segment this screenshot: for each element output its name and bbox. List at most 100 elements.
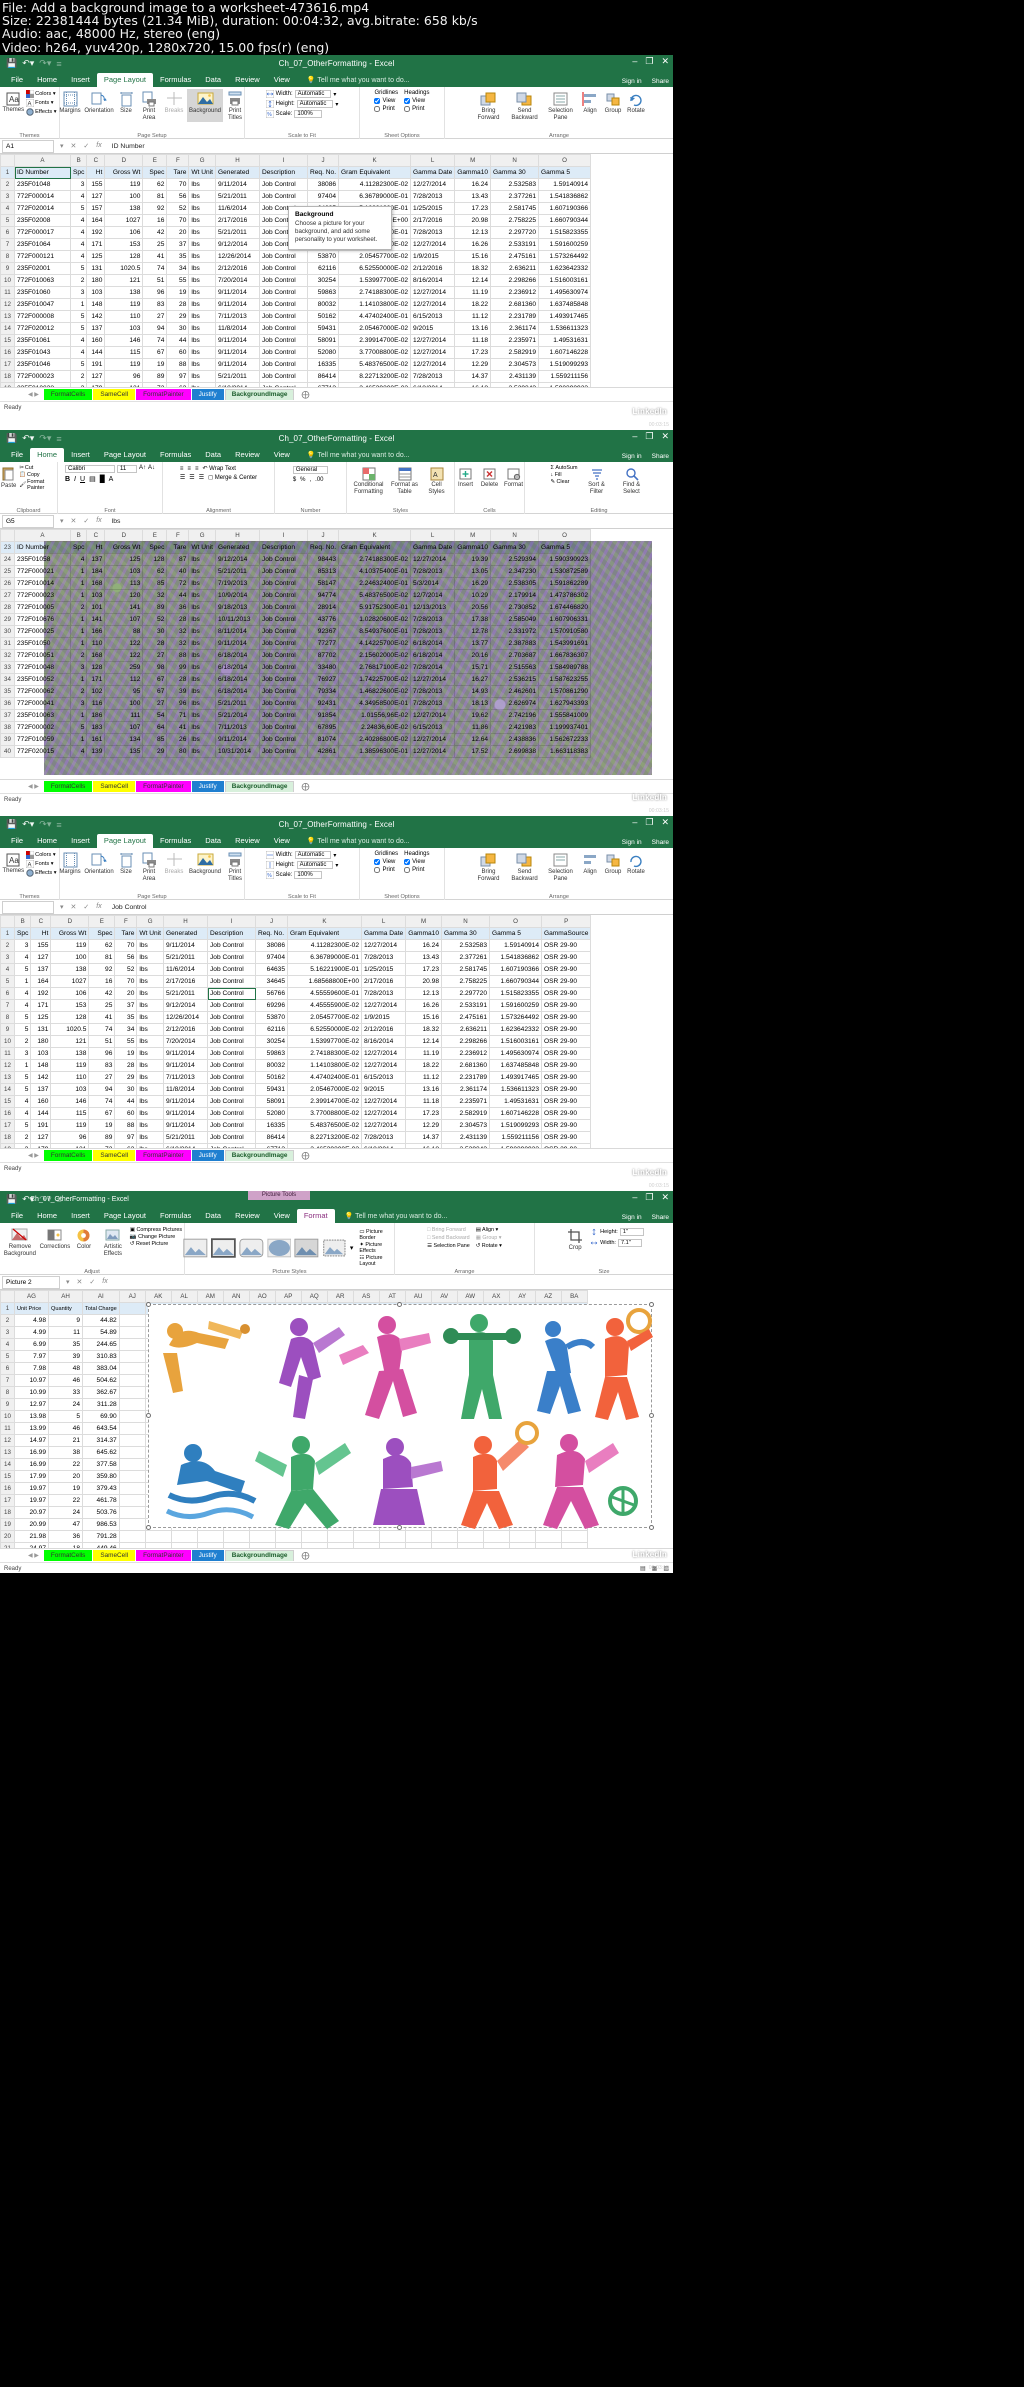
cell[interactable]: 6/18/2014: [163, 1143, 208, 1148]
cell[interactable]: 19.97: [14, 1494, 49, 1507]
cell[interactable]: 1.663118383: [538, 745, 592, 758]
cell[interactable]: [118, 1338, 146, 1351]
breaks-button-3[interactable]: Breaks: [162, 850, 186, 883]
cell[interactable]: OSR 29-90: [541, 999, 592, 1012]
column-header-F[interactable]: F: [166, 529, 190, 542]
cell[interactable]: lbs: [188, 553, 216, 566]
cell[interactable]: 12/27/2014: [410, 709, 456, 722]
cell[interactable]: 7/28/2013: [410, 370, 456, 383]
cell[interactable]: 5: [13, 1071, 32, 1084]
cell[interactable]: 5.48376500E-02: [338, 358, 412, 371]
cell[interactable]: 1: [13, 1059, 32, 1072]
cell[interactable]: 30254: [306, 274, 340, 287]
scale-width-row-1[interactable]: Width: Automatic ▾: [265, 90, 339, 98]
cell[interactable]: 27: [142, 310, 168, 323]
row-header[interactable]: 4: [0, 202, 15, 215]
cell[interactable]: 21.98: [14, 1530, 49, 1543]
cell[interactable]: 92367: [306, 625, 340, 638]
cell[interactable]: 27: [142, 649, 168, 662]
cell[interactable]: 122: [104, 649, 144, 662]
cell[interactable]: Job Control: [259, 697, 308, 710]
cell[interactable]: 3: [69, 382, 88, 387]
cell[interactable]: 155: [30, 939, 52, 952]
cell[interactable]: Job Control: [207, 963, 256, 976]
cell[interactable]: lbs: [188, 358, 216, 371]
tell-me-box-3[interactable]: 💡 Tell me what you want to do...: [297, 837, 410, 848]
cell[interactable]: 107: [104, 721, 144, 734]
row-header[interactable]: 18: [0, 1506, 15, 1519]
cell[interactable]: Gross Wt: [50, 927, 90, 940]
cell[interactable]: 81074: [306, 733, 340, 746]
cell[interactable]: 1.516003161: [489, 1035, 543, 1048]
cell[interactable]: 17.38: [454, 613, 492, 626]
tab-review-2[interactable]: Review: [228, 448, 267, 462]
cell[interactable]: 7/28/2013: [410, 190, 456, 203]
column-header-B[interactable]: B: [69, 154, 88, 167]
cell[interactable]: 5: [48, 1410, 83, 1423]
tab-formulas-3[interactable]: Formulas: [153, 834, 198, 848]
column-header-F[interactable]: F: [114, 915, 138, 928]
cell[interactable]: 83: [142, 298, 168, 311]
column-header-I[interactable]: I: [207, 915, 256, 928]
cell[interactable]: 7/20/2014: [163, 1035, 208, 1048]
cell[interactable]: [118, 1386, 146, 1399]
cell[interactable]: 87702: [306, 649, 340, 662]
cell[interactable]: 89: [142, 601, 168, 614]
cell[interactable]: 772F000062: [14, 685, 71, 698]
change-picture-button-4[interactable]: 📷 Change Picture: [130, 1234, 182, 1240]
select-all-corner[interactable]: [0, 154, 15, 167]
cell[interactable]: 164: [30, 975, 52, 988]
column-header-K[interactable]: K: [338, 529, 412, 542]
row-header[interactable]: 39: [0, 733, 15, 746]
cell[interactable]: 5: [13, 1083, 32, 1096]
scale-height-row-3[interactable]: Height: Automatic ▾: [265, 861, 338, 869]
cell[interactable]: 1: [13, 975, 32, 988]
cell[interactable]: 96: [50, 1131, 90, 1144]
cell[interactable]: Job Control: [259, 370, 308, 383]
row-header[interactable]: 9: [0, 262, 15, 275]
cell[interactable]: 5: [13, 1011, 32, 1024]
cell[interactable]: 5: [13, 963, 32, 976]
cell[interactable]: 1.584989788: [538, 661, 592, 674]
cell[interactable]: 28: [142, 637, 168, 650]
cell[interactable]: Gamma 5: [538, 166, 592, 179]
align-top-icon-2[interactable]: ≡: [180, 466, 184, 472]
cell[interactable]: Wt Unit: [136, 927, 164, 940]
cell[interactable]: 142: [30, 1071, 52, 1084]
align-button-1[interactable]: Align: [580, 89, 600, 122]
theme-fonts-button-1[interactable]: A Fonts ▾: [26, 99, 56, 107]
cell[interactable]: 772F000121: [14, 250, 71, 263]
column-header-N[interactable]: N: [441, 915, 491, 928]
bold-button-2[interactable]: B: [65, 476, 70, 483]
cell[interactable]: 39: [166, 685, 190, 698]
cell[interactable]: 11.12: [454, 310, 492, 323]
decrease-font-icon-2[interactable]: A↓: [148, 465, 155, 473]
cell[interactable]: 2.347230: [490, 565, 540, 578]
cell[interactable]: 96: [88, 1047, 116, 1060]
cell[interactable]: 6.99: [14, 1338, 49, 1351]
restore-icon[interactable]: ❐: [645, 57, 653, 66]
row-header[interactable]: 14: [0, 1083, 15, 1096]
cell[interactable]: Job Control: [207, 975, 256, 988]
cell[interactable]: 4.11282300E-02: [287, 939, 362, 952]
format-as-table-button-2[interactable]: Format as Table: [388, 464, 422, 496]
gridlines-print-input-1[interactable]: [374, 106, 381, 112]
picture-effects-button-4[interactable]: ✦ Picture Effects: [359, 1242, 395, 1254]
scale-width-value-1[interactable]: Automatic: [294, 90, 332, 98]
cell[interactable]: 16.24: [454, 178, 492, 191]
cell[interactable]: 6/18/2014: [215, 649, 260, 662]
cell[interactable]: 171: [86, 673, 106, 686]
cell[interactable]: 184: [86, 565, 106, 578]
sheet-tab-justify[interactable]: Justify: [191, 781, 224, 792]
cell[interactable]: lbs: [188, 238, 216, 251]
cell[interactable]: 64: [142, 721, 168, 734]
cell[interactable]: 160: [86, 334, 106, 347]
cell[interactable]: [404, 1542, 432, 1548]
sheet-tab-formatpainter[interactable]: FormatPainter: [136, 1150, 191, 1161]
cell[interactable]: lbs: [136, 1071, 164, 1084]
cell[interactable]: lbs: [188, 310, 216, 323]
cell[interactable]: 16.26: [454, 238, 492, 251]
cell[interactable]: 89: [88, 1131, 116, 1144]
cell[interactable]: 92: [88, 963, 116, 976]
cell[interactable]: [196, 1542, 224, 1548]
